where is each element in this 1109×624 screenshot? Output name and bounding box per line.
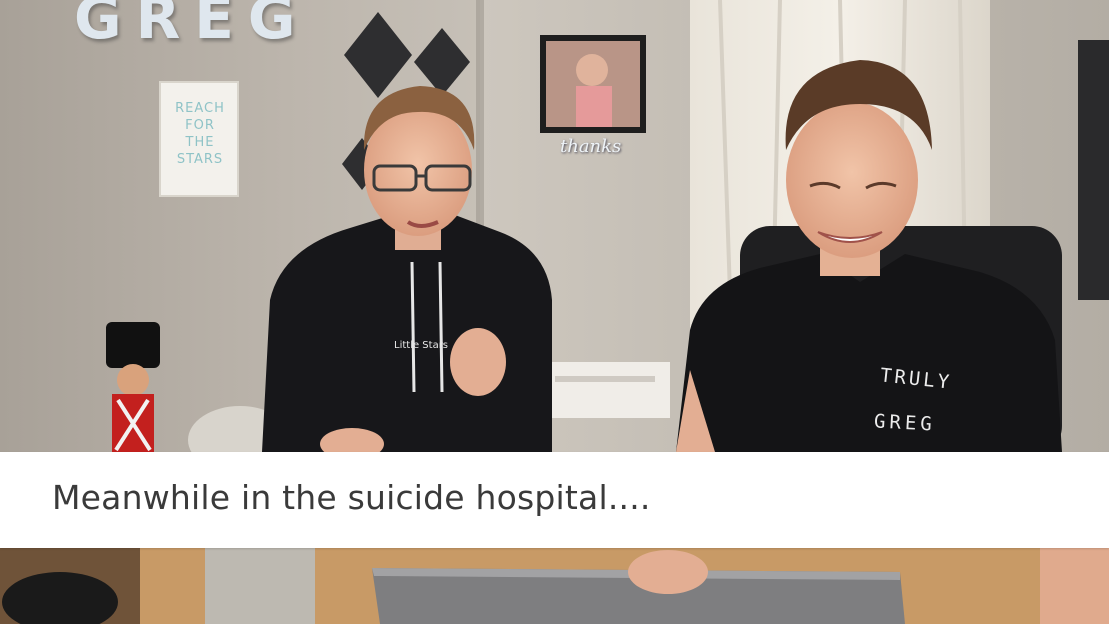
frame-sign-text: thanks — [560, 136, 622, 157]
caption-text: Meanwhile in the suicide hospital.... — [52, 478, 651, 517]
wall-letters-text: GREG — [74, 0, 310, 52]
poster-text: REACH FOR THE STARS — [175, 101, 225, 167]
hoodie-text: Little Stars — [394, 340, 449, 351]
video-frame: GREG REACH FOR THE STARS thanks Little S… — [0, 0, 1109, 624]
shirt-text-line-2: GREG — [873, 410, 937, 436]
